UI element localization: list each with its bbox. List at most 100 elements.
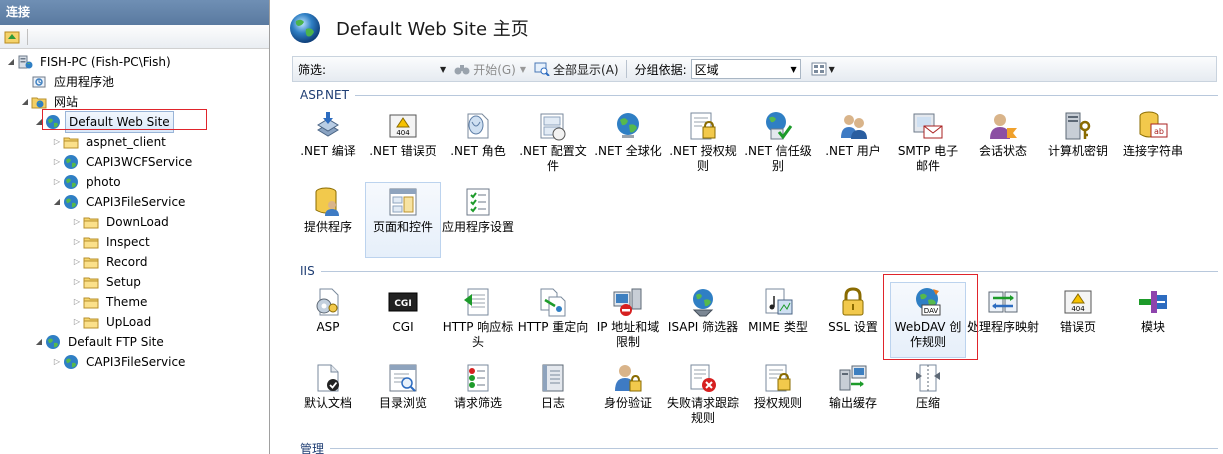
- tree-node[interactable]: ◢ FISH-PC (Fish-PC\Fish): [6, 52, 174, 72]
- feature-default-document[interactable]: 默认文档: [290, 358, 366, 434]
- feature-ip-domain-restrictions[interactable]: IP 地址和域限制: [590, 282, 666, 358]
- feature-label: .NET 编译: [300, 144, 356, 158]
- feature-label: .NET 用户: [825, 144, 881, 158]
- go-dropdown-arrow[interactable]: ▼: [520, 65, 526, 74]
- features-view: Default Web Site 主页 筛选: ▼ 开始(G) ▼ 全部显示(A…: [272, 0, 1223, 454]
- feature-net-globalization[interactable]: .NET 全球化: [590, 106, 666, 182]
- tree-node-label: DownLoad: [106, 215, 169, 229]
- feature-net-roles[interactable]: .NET 角色: [440, 106, 516, 182]
- default-document-icon: [312, 362, 344, 394]
- feature-ssl-settings[interactable]: SSL 设置: [815, 282, 891, 358]
- tree-node-label: aspnet_client: [86, 135, 166, 149]
- feature-cgi[interactable]: CGI CGI: [365, 282, 441, 358]
- tree-node[interactable]: ▷ aspnet_client: [52, 132, 169, 152]
- collapse-arrow-icon[interactable]: ◢: [6, 52, 16, 72]
- failed-request-tracing-icon: [687, 362, 719, 394]
- tree-node[interactable]: ◢ CAPI3FileService: [52, 192, 188, 212]
- feature-output-caching[interactable]: 输出缓存: [815, 358, 891, 434]
- expand-arrow-icon[interactable]: ▷: [72, 252, 82, 272]
- net-globalization-icon: [612, 110, 644, 142]
- collapse-arrow-icon[interactable]: ◢: [34, 332, 44, 352]
- tree-node[interactable]: ▷ photo: [52, 172, 124, 192]
- feature-directory-browsing[interactable]: 目录浏览: [365, 358, 441, 434]
- feature-error-pages[interactable]: 404 错误页: [1040, 282, 1116, 358]
- feature-app-settings[interactable]: 应用程序设置: [440, 182, 516, 258]
- expand-arrow-icon[interactable]: ▷: [52, 172, 62, 192]
- feature-mime-types[interactable]: MIME 类型: [740, 282, 816, 358]
- feature-net-trust-levels[interactable]: .NET 信任级别: [740, 106, 816, 182]
- feature-providers[interactable]: 提供程序: [290, 182, 366, 258]
- expand-arrow-icon[interactable]: ▷: [52, 132, 62, 152]
- tree-node[interactable]: ▷ Inspect: [72, 232, 153, 252]
- expand-arrow-icon[interactable]: ▷: [72, 232, 82, 252]
- session-state-icon: [987, 110, 1019, 142]
- group-by-select[interactable]: 区域 ▼: [690, 59, 801, 79]
- feature-label: CGI: [392, 320, 414, 334]
- tree-node-label: Record: [106, 255, 148, 269]
- tree-node[interactable]: ▷ Theme: [72, 292, 150, 312]
- feature-asp[interactable]: ASP: [290, 282, 366, 358]
- tree-node-label: Setup: [106, 275, 141, 289]
- feature-session-state[interactable]: 会话状态: [965, 106, 1041, 182]
- feature-connection-strings[interactable]: ab 连接字符串: [1115, 106, 1191, 182]
- expand-arrow-icon[interactable]: ▷: [52, 352, 62, 372]
- collapse-arrow-icon[interactable]: ◢: [20, 92, 30, 112]
- tree-node-label: Default FTP Site: [68, 335, 164, 349]
- tree-node[interactable]: ▷ CAPI3WCFService: [52, 152, 195, 172]
- connect-icon: [4, 31, 20, 43]
- expand-arrow-icon[interactable]: ▷: [72, 292, 82, 312]
- feature-label: .NET 全球化: [594, 144, 662, 158]
- tree-node[interactable]: ◢ Default FTP Site: [34, 332, 167, 352]
- tree-node[interactable]: ▷ Record: [72, 252, 150, 272]
- section-divider: [320, 270, 1218, 272]
- feature-failed-request-tracing[interactable]: 失败请求跟踪规则: [665, 358, 741, 434]
- expand-arrow-icon[interactable]: ▷: [52, 152, 62, 172]
- expand-arrow-icon[interactable]: ▷: [72, 272, 82, 292]
- feature-smtp-email[interactable]: SMTP 电子邮件: [890, 106, 966, 182]
- connect-button[interactable]: [3, 28, 21, 46]
- tree-node[interactable]: 应用程序池: [20, 72, 117, 92]
- tree-node[interactable]: ▷ DownLoad: [72, 212, 172, 232]
- go-button[interactable]: 开始(G): [450, 61, 520, 78]
- feature-label: HTTP 响应标头: [442, 320, 514, 349]
- feature-net-profile[interactable]: .NET 配置文件: [515, 106, 591, 182]
- feature-label: 计算机密钥: [1047, 144, 1108, 158]
- tree-node[interactable]: ▷ UpLoad: [72, 312, 154, 332]
- tree-node[interactable]: ▷ Setup: [72, 272, 144, 292]
- expand-arrow-icon[interactable]: ▷: [72, 212, 82, 232]
- feature-net-compilation[interactable]: .NET 编译: [290, 106, 366, 182]
- feature-logging[interactable]: 日志: [515, 358, 591, 434]
- connection-strings-icon: ab: [1137, 110, 1169, 142]
- feature-authorization-rules[interactable]: 授权规则: [740, 358, 816, 434]
- pages-controls-icon: [387, 186, 419, 218]
- svg-text:ab: ab: [1154, 127, 1164, 136]
- mime-types-icon: [762, 286, 794, 318]
- feature-request-filtering[interactable]: 请求筛选: [440, 358, 516, 434]
- feature-isapi-filters[interactable]: ISAPI 筛选器: [665, 282, 741, 358]
- feature-label: 授权规则: [753, 396, 802, 410]
- feature-compression[interactable]: 压缩: [890, 358, 966, 434]
- tree-node[interactable]: ▷ CAPI3FileService: [52, 352, 188, 372]
- net-roles-icon: [462, 110, 494, 142]
- feature-label: .NET 信任级别: [744, 144, 812, 173]
- feature-authentication[interactable]: 身份验证: [590, 358, 666, 434]
- show-all-button[interactable]: 全部显示(A): [530, 61, 623, 78]
- filter-dropdown-arrow[interactable]: ▼: [440, 65, 446, 74]
- feature-pages-controls[interactable]: 页面和控件: [365, 182, 441, 258]
- binoculars-icon: [454, 65, 470, 75]
- feature-http-response-headers[interactable]: HTTP 响应标头: [440, 282, 516, 358]
- feature-modules[interactable]: 模块: [1115, 282, 1191, 358]
- feature-net-error-pages[interactable]: 404 .NET 错误页: [365, 106, 441, 182]
- feature-machine-key[interactable]: 计算机密钥: [1040, 106, 1116, 182]
- connections-header: 连接: [0, 0, 269, 25]
- tree-node-label: photo: [86, 175, 121, 189]
- feature-http-redirect[interactable]: HTTP 重定向: [515, 282, 591, 358]
- collapse-arrow-icon[interactable]: ◢: [52, 192, 62, 212]
- filter-input[interactable]: [330, 60, 441, 78]
- expand-arrow-icon[interactable]: ▷: [72, 312, 82, 332]
- view-mode-button[interactable]: ▼: [807, 62, 839, 76]
- section-divider: [354, 94, 1218, 96]
- machine-key-icon: [1062, 110, 1094, 142]
- feature-net-authorization-rules[interactable]: .NET 授权规则: [665, 106, 741, 182]
- feature-net-users[interactable]: .NET 用户: [815, 106, 891, 182]
